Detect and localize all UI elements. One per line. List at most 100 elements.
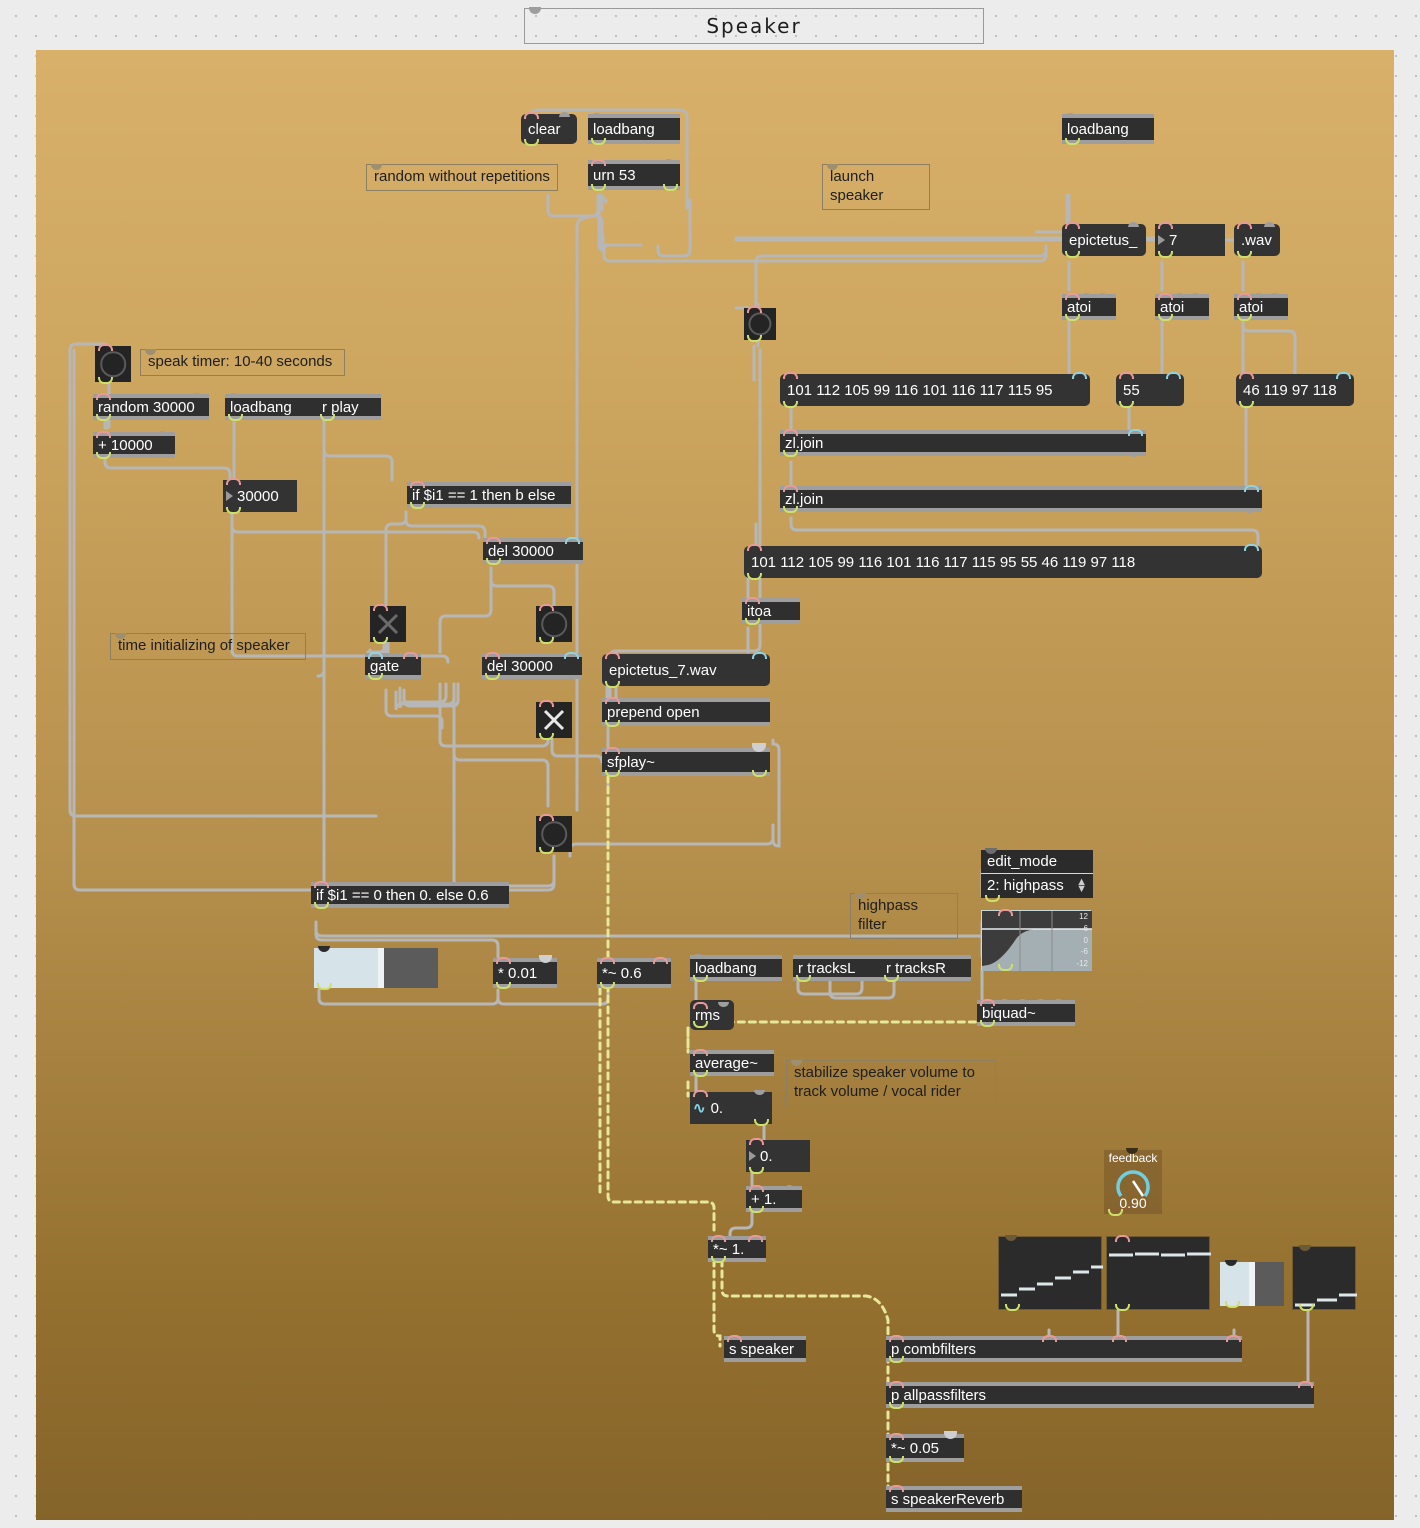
combfilter-multislider-1[interactable] xyxy=(998,1235,1103,1311)
allpass-multislider[interactable] xyxy=(1292,1245,1357,1311)
epictetus-prefix-message[interactable]: epictetus_ xyxy=(1062,222,1146,258)
edit-mode-selected[interactable]: 2: highpass ▲ ▼ xyxy=(981,874,1093,897)
outlet-right xyxy=(1244,508,1255,513)
receive-tracksR-object[interactable]: r tracksR xyxy=(881,955,971,982)
bang-object-del[interactable] xyxy=(536,604,572,644)
patcher-canvas[interactable]: clear loadbang urn 53 random without rep… xyxy=(36,50,1394,1520)
if-zero-else-object[interactable]: if $i1 == 0 then 0. else 0.6 xyxy=(311,881,509,909)
bang-object-reset[interactable] xyxy=(536,814,572,854)
itoa-object[interactable]: itoa xyxy=(742,597,800,625)
toggle-object-1[interactable] xyxy=(370,604,406,644)
filtergraph-object[interactable]: 12 6 0 -6 -12 xyxy=(981,909,1092,971)
random-object[interactable]: random 30000 xyxy=(93,393,209,421)
sfplay-object[interactable]: sfplay~ xyxy=(602,743,770,777)
outlet xyxy=(1119,401,1134,408)
epictetus-prefix-label: epictetus_ xyxy=(1069,231,1138,249)
del-object-1[interactable]: del 30000 xyxy=(483,537,583,565)
biquad-object[interactable]: biquad~ xyxy=(977,999,1075,1027)
del-object-2[interactable]: del 30000 xyxy=(482,652,582,680)
inlet-hot xyxy=(226,478,241,485)
outlet xyxy=(98,377,113,384)
inlet-3 xyxy=(782,597,793,602)
inlet xyxy=(591,113,602,118)
feedback-dial[interactable]: feedback 0.90 xyxy=(1104,1148,1162,1216)
wav-extension-message[interactable]: .wav xyxy=(1234,222,1280,258)
if-then-b-else-object[interactable]: if $i1 == 1 then b else xyxy=(407,481,571,509)
slider-knob[interactable] xyxy=(1249,1262,1256,1306)
atoi-object-2[interactable]: atoi xyxy=(1155,293,1209,321)
plus-10000-object[interactable]: + 10000 xyxy=(93,431,175,459)
urn-object[interactable]: urn 53 xyxy=(588,159,680,191)
comment-text: stabilize speaker volume to track volume… xyxy=(794,1064,975,1100)
inlet-4 xyxy=(1035,999,1046,1004)
loadbang-object-2[interactable]: loadbang xyxy=(1062,113,1154,145)
multiply-0.01-object[interactable]: * 0.01 xyxy=(493,955,557,989)
outlet xyxy=(605,720,620,727)
comment-highpass-filter: highpass filter xyxy=(850,893,958,939)
message-full-ascii[interactable]: 101 112 105 99 116 101 116 117 115 95 55… xyxy=(744,544,1262,580)
message-wav-ascii[interactable]: 46 119 97 118 xyxy=(1236,372,1354,408)
atoi-object-1[interactable]: atoi xyxy=(1062,293,1116,321)
plus-one-object[interactable]: + 1. xyxy=(746,1185,802,1213)
signal-multiply-1-object[interactable]: *~ 1. xyxy=(708,1235,766,1263)
message-55-ascii[interactable]: 55 xyxy=(1116,372,1184,408)
inlet-2 xyxy=(1298,1381,1313,1388)
send-speaker-object[interactable]: s speaker xyxy=(724,1335,806,1362)
loadbang-object-3[interactable]: loadbang xyxy=(225,393,317,421)
zl-join-object-1[interactable]: zl.join xyxy=(780,429,1146,457)
inlet-hot xyxy=(1119,372,1134,379)
chevron-updown-icon[interactable]: ▲ ▼ xyxy=(1076,877,1087,894)
receive-tracksL-label: r tracksL xyxy=(798,959,856,977)
send-speakerreverb-object[interactable]: s speakerReverb xyxy=(886,1485,1022,1512)
wav-extension-label: .wav xyxy=(1241,231,1272,249)
timer-duration-numberbox[interactable]: 30000 xyxy=(223,478,297,514)
edit-mode-value: 2: highpass xyxy=(987,877,1064,894)
receive-play-object[interactable]: r play xyxy=(317,394,381,421)
average-object[interactable]: average~ xyxy=(690,1049,774,1077)
loadbang-label: loadbang xyxy=(695,959,757,977)
inlet xyxy=(693,954,704,959)
dial-knob-icon[interactable] xyxy=(1110,1165,1156,1199)
outlet xyxy=(591,138,606,145)
inlet-cold xyxy=(1128,222,1139,227)
signal-multiply-0.05-object[interactable]: *~ 0.05 xyxy=(886,1431,964,1463)
inlet-3 xyxy=(1097,293,1108,298)
average-label: average~ xyxy=(695,1054,758,1072)
track-number-value: 7 xyxy=(1169,231,1178,249)
zl-join-object-2[interactable]: zl.join xyxy=(780,485,1262,513)
inlet-5 xyxy=(1053,999,1064,1004)
edit-mode-popup-menu[interactable]: edit_mode 2: highpass ▲ ▼ xyxy=(981,848,1093,902)
receive-tracksL-object[interactable]: r tracksL xyxy=(793,955,881,982)
signal-number-display[interactable]: ∿ 0. xyxy=(690,1090,772,1126)
bang-speak-timer[interactable] xyxy=(95,344,131,384)
clear-message[interactable]: clear xyxy=(521,112,577,146)
bang-object-chain[interactable] xyxy=(744,306,776,342)
signal-multiply-1-label: *~ 1. xyxy=(713,1240,745,1258)
rms-object[interactable]: rms xyxy=(690,1000,734,1030)
track-number-numberbox[interactable]: 7 xyxy=(1155,222,1225,258)
volume-numberbox[interactable]: 0. xyxy=(746,1138,810,1174)
p-allpassfilters-object[interactable]: p allpassfilters xyxy=(886,1381,1314,1409)
prepend-open-label: prepend open xyxy=(607,703,700,721)
reverb-horizontal-slider[interactable] xyxy=(1220,1260,1284,1308)
gate-object[interactable]: gate xyxy=(365,652,421,680)
signal-multiply-0.6-object[interactable]: *~ 0.6 xyxy=(597,957,671,989)
slider-knob[interactable] xyxy=(378,948,385,988)
inlet-2 xyxy=(1042,1335,1057,1342)
message-filename[interactable]: epictetus_7.wav xyxy=(602,652,770,688)
combfilter-multislider-2[interactable] xyxy=(1106,1235,1211,1311)
inlet-cold xyxy=(1072,372,1087,379)
loadbang-object-4[interactable]: loadbang xyxy=(690,954,782,982)
inlet-hot xyxy=(1237,222,1252,229)
prepend-open-object[interactable]: prepend open xyxy=(602,697,770,727)
loadbang-object-1[interactable]: loadbang xyxy=(588,113,680,145)
p-combfilters-object[interactable]: p combfilters xyxy=(886,1335,1242,1363)
inlet-right xyxy=(157,431,168,436)
comment-speak-timer: speak timer: 10-40 seconds xyxy=(140,349,345,376)
receive-tracksR-label: r tracksR xyxy=(886,959,946,977)
atoi-object-3[interactable]: atoi xyxy=(1234,293,1288,321)
message-epictetus-ascii[interactable]: 101 112 105 99 116 101 116 117 115 95 xyxy=(780,372,1090,408)
horizontal-slider[interactable] xyxy=(314,946,438,990)
toggle-object-2[interactable] xyxy=(536,700,572,740)
inlet-right xyxy=(191,393,202,398)
